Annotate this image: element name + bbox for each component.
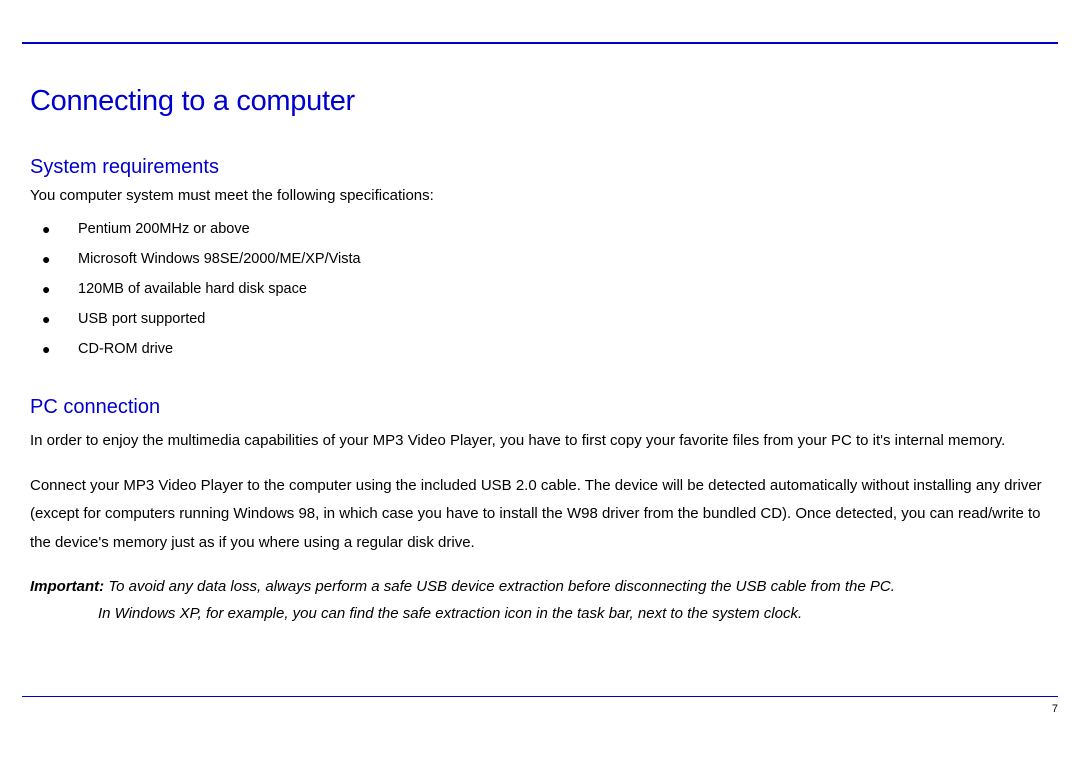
important-line1: To avoid any data loss, always perform a…	[104, 578, 895, 595]
pc-connection-para2: Connect your MP3 Video Player to the com…	[30, 472, 1050, 558]
list-item: Microsoft Windows 98SE/2000/ME/XP/Vista	[30, 244, 1050, 274]
important-line2: In Windows XP, for example, you can find…	[30, 600, 1050, 627]
list-item: Pentium 200MHz or above	[30, 214, 1050, 244]
section-system-requirements: System requirements You computer system …	[30, 156, 1050, 364]
system-requirements-list: Pentium 200MHz or above Microsoft Window…	[30, 214, 1050, 364]
section-heading-pc-connection: PC connection	[30, 396, 1050, 419]
section-pc-connection: PC connection In order to enjoy the mult…	[30, 396, 1050, 627]
section-heading-system-requirements: System requirements	[30, 156, 1050, 179]
page-title: Connecting to a computer	[30, 85, 1050, 118]
page-content: Connecting to a computer System requirem…	[30, 85, 1050, 627]
important-label: Important:	[30, 578, 104, 595]
list-item: 120MB of available hard disk space	[30, 274, 1050, 304]
list-item: USB port supported	[30, 304, 1050, 334]
bottom-horizontal-rule	[22, 696, 1058, 698]
page-number: 7	[1052, 703, 1058, 715]
list-item: CD-ROM drive	[30, 334, 1050, 364]
system-requirements-intro: You computer system must meet the follow…	[30, 187, 1050, 204]
pc-connection-para1: In order to enjoy the multimedia capabil…	[30, 427, 1050, 456]
important-note: Important: To avoid any data loss, alway…	[30, 573, 1050, 627]
top-horizontal-rule	[22, 42, 1058, 44]
